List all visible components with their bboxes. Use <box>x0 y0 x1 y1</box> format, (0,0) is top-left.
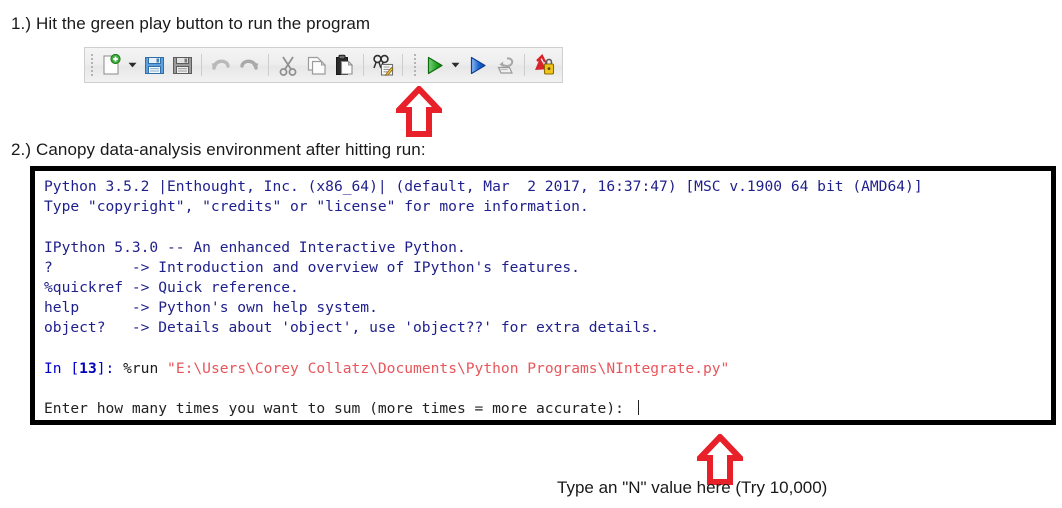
console-banner-text: %quickref -> Quick reference. <box>44 278 299 296</box>
console-line: Python 3.5.2 |Enthought, Inc. (x86_64)| … <box>44 177 1051 197</box>
toolbar-separator-2 <box>268 54 269 76</box>
console-input-prompt: In [13]: <box>44 359 124 377</box>
console-line: ? -> Introduction and overview of IPytho… <box>44 258 1051 278</box>
save-icon[interactable] <box>140 51 168 79</box>
canopy-toolbar <box>84 47 563 83</box>
new-file-icon[interactable] <box>97 51 125 79</box>
input-hint-caption: Type an "N" value here (Try 10,000) <box>557 478 828 497</box>
run-selection-icon[interactable] <box>463 51 491 79</box>
console-line: %quickref -> Quick reference. <box>44 278 1051 298</box>
console-script-path: "E:\Users\Corey Collatz\Documents\Python… <box>167 359 730 377</box>
console-banner-text: IPython 5.3.0 -- An enhanced Interactive… <box>44 238 466 256</box>
console-magic-command: %run <box>123 359 168 377</box>
run-dropdown-icon[interactable] <box>448 51 463 79</box>
undo-icon[interactable] <box>207 51 235 79</box>
step-2-heading: 2.) Canopy data-analysis environment aft… <box>11 140 426 159</box>
console-banner-text: ? -> Introduction and overview of IPytho… <box>44 258 580 276</box>
toolbar-gripper-left[interactable] <box>88 52 95 78</box>
toolbar-gripper-run-group[interactable] <box>411 52 418 78</box>
toolbar-separator-1 <box>201 54 202 76</box>
toolbar-separator-4 <box>402 54 403 76</box>
run-play-icon[interactable] <box>420 51 448 79</box>
console-banner-text: object? -> Details about 'object', use '… <box>44 319 660 337</box>
console-line: Type "copyright", "credits" or "license"… <box>44 197 1051 217</box>
text-caret[interactable] <box>637 400 639 416</box>
step-1-heading: 1.) Hit the green play button to run the… <box>11 14 371 33</box>
console-line: help -> Python's own help system. <box>44 298 1051 318</box>
arrow-up-to-run-button <box>392 84 446 143</box>
console-input-question: Enter how many times you want to sum (mo… <box>44 400 633 418</box>
console-line: object? -> Details about 'object', use '… <box>44 318 1051 338</box>
console-banner-text: Python 3.5.2 |Enthought, Inc. (x86_64)| … <box>44 178 923 195</box>
console-line: In [13]: %run "E:\Users\Corey Collatz\Do… <box>44 359 1051 379</box>
console-output: Python 3.5.2 |Enthought, Inc. (x86_64)| … <box>44 177 1051 419</box>
find-replace-icon[interactable] <box>369 51 397 79</box>
debug-icon[interactable] <box>491 51 519 79</box>
kernel-lock-icon[interactable] <box>530 51 558 79</box>
redo-icon[interactable] <box>235 51 263 79</box>
copy-icon[interactable] <box>302 51 330 79</box>
new-file-dropdown-icon[interactable] <box>125 51 140 79</box>
paste-icon[interactable] <box>330 51 358 79</box>
cut-icon[interactable] <box>274 51 302 79</box>
console-banner-text: Type "copyright", "credits" or "license"… <box>44 198 589 216</box>
console-line: Enter how many times you want to sum (mo… <box>44 399 1051 419</box>
console-banner-text: help -> Python's own help system. <box>44 299 378 317</box>
toolbar-separator-5 <box>524 54 525 76</box>
console-input-number: 13 <box>79 359 97 377</box>
ipython-console[interactable]: Python 3.5.2 |Enthought, Inc. (x86_64)| … <box>30 166 1056 425</box>
toolbar-separator-3 <box>363 54 364 76</box>
save-as-icon[interactable] <box>168 51 196 79</box>
console-line: IPython 5.3.0 -- An enhanced Interactive… <box>44 238 1051 258</box>
